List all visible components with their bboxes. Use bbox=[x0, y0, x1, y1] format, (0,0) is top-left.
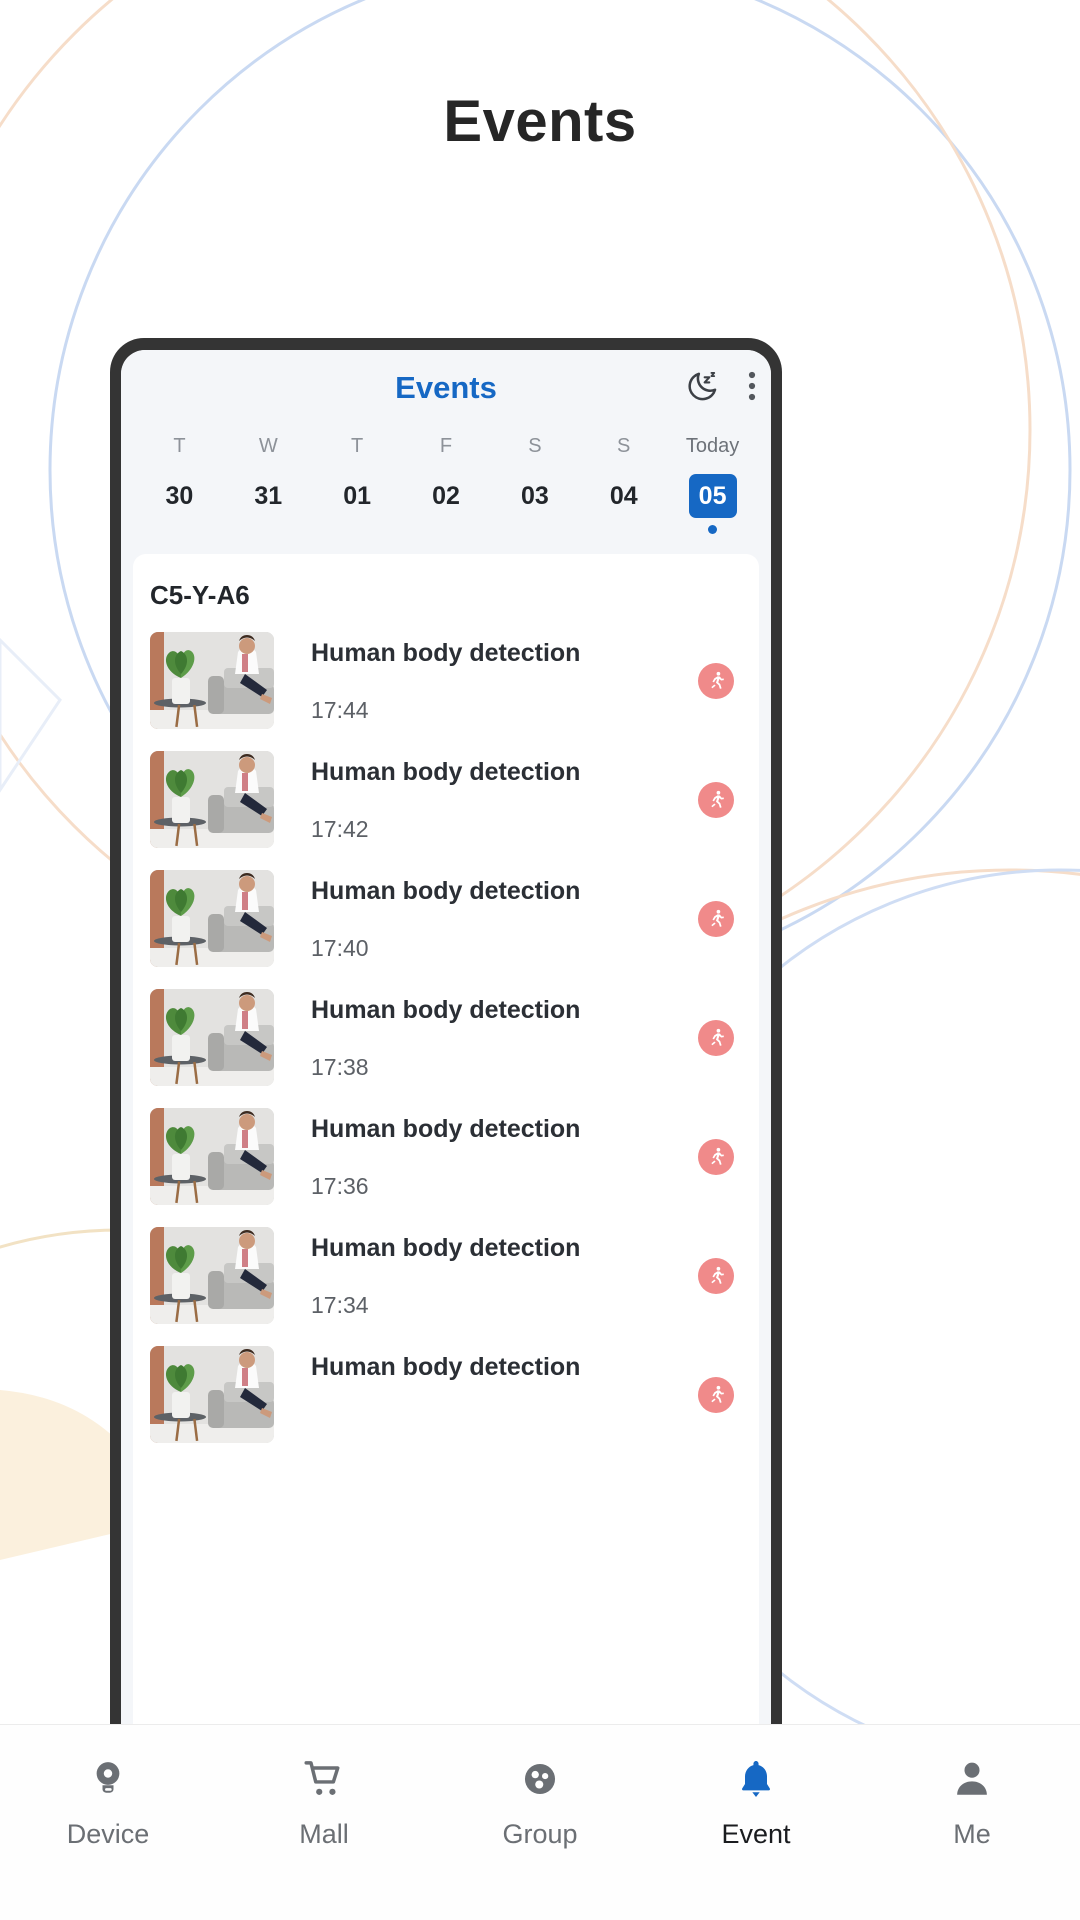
date-selected-dot bbox=[353, 525, 362, 534]
group-icon bbox=[518, 1757, 562, 1806]
event-body: Human body detection 17:42 bbox=[274, 751, 698, 848]
date-dow: S bbox=[617, 435, 631, 457]
events-list[interactable]: Human body detection 17:44 Human body det… bbox=[133, 621, 759, 1454]
moon-sleep-icon[interactable] bbox=[685, 368, 721, 409]
event-title: Human body detection bbox=[311, 996, 581, 1024]
date-selected-dot bbox=[619, 525, 628, 534]
running-person-icon[interactable] bbox=[698, 1257, 734, 1294]
date-number: 30 bbox=[165, 482, 194, 510]
running-person-icon[interactable] bbox=[698, 1019, 734, 1056]
date-dow: Today bbox=[685, 435, 740, 457]
bell-icon bbox=[734, 1757, 778, 1806]
nav-label: Mall bbox=[299, 1819, 349, 1849]
event-row[interactable]: Human body detection 17:36 bbox=[133, 1097, 759, 1216]
date-number: 04 bbox=[609, 482, 638, 510]
date-strip[interactable]: T 30 W 31 T 01 F 02 S 03 S 04 Today 05 bbox=[121, 426, 771, 554]
bottom-navigation[interactable]: Device Mall Group Event Me bbox=[0, 1724, 1080, 1920]
date-dow: F bbox=[439, 435, 453, 457]
event-body: Human body detection 17:40 bbox=[274, 870, 698, 967]
event-time: 17:36 bbox=[311, 1173, 369, 1199]
app-header: Events bbox=[121, 350, 771, 426]
date-selected-dot bbox=[530, 525, 539, 534]
date-number: 01 bbox=[343, 482, 372, 510]
event-thumbnail[interactable] bbox=[150, 989, 274, 1086]
events-card: C5-Y-A6 Human body detection 17:44 Human… bbox=[133, 554, 759, 1724]
person-icon bbox=[950, 1757, 994, 1806]
event-thumbnail[interactable] bbox=[150, 632, 274, 729]
cart-icon bbox=[302, 1757, 346, 1806]
event-row[interactable]: Human body detection 17:40 bbox=[133, 859, 759, 978]
event-title: Human body detection bbox=[311, 758, 581, 786]
date-dow: T bbox=[173, 435, 186, 457]
nav-label: Me bbox=[953, 1819, 991, 1849]
nav-item-group[interactable]: Group bbox=[432, 1757, 648, 1850]
event-time: 17:42 bbox=[311, 816, 369, 842]
date-selected-dot bbox=[264, 525, 273, 534]
phone-screen: Events T 30 W 31 T 01 F 02 S 03 S 04 Tod… bbox=[121, 350, 771, 1724]
running-person-icon[interactable] bbox=[698, 781, 734, 818]
event-time: 17:40 bbox=[311, 935, 369, 961]
date-dow: W bbox=[258, 435, 278, 457]
device-name: C5-Y-A6 bbox=[150, 580, 250, 610]
date-dow: T bbox=[351, 435, 364, 457]
date-number: 05 bbox=[688, 474, 737, 518]
date-selected-dot bbox=[175, 525, 184, 534]
date-cell-04[interactable]: S 04 bbox=[579, 434, 668, 534]
event-body: Human body detection bbox=[274, 1346, 698, 1443]
date-number: 02 bbox=[432, 482, 460, 510]
event-title: Human body detection bbox=[311, 1353, 581, 1381]
event-title: Human body detection bbox=[311, 1234, 581, 1262]
date-cell-01[interactable]: T 01 bbox=[313, 434, 402, 534]
event-row[interactable]: Human body detection 17:34 bbox=[133, 1216, 759, 1335]
event-body: Human body detection 17:34 bbox=[274, 1227, 698, 1324]
camera-icon bbox=[86, 1757, 130, 1806]
running-person-icon[interactable] bbox=[698, 1138, 734, 1175]
date-cell-02[interactable]: F 02 bbox=[402, 434, 491, 534]
event-row[interactable]: Human body detection 17:38 bbox=[133, 978, 759, 1097]
event-thumbnail[interactable] bbox=[150, 751, 274, 848]
event-thumbnail[interactable] bbox=[150, 1227, 274, 1324]
nav-label: Device bbox=[66, 1819, 150, 1849]
phone-mockup: Events T 30 W 31 T 01 F 02 S 03 S 04 Tod… bbox=[110, 338, 782, 1724]
nav-label: Event bbox=[721, 1819, 791, 1849]
header-actions bbox=[685, 350, 757, 426]
event-time: 17:34 bbox=[311, 1292, 369, 1318]
event-row[interactable]: Human body detection 17:42 bbox=[133, 740, 759, 859]
page-title: Events bbox=[443, 89, 637, 154]
nav-item-event[interactable]: Event bbox=[648, 1757, 864, 1850]
event-thumbnail[interactable] bbox=[150, 870, 274, 967]
event-time: 17:44 bbox=[311, 697, 369, 723]
event-title: Human body detection bbox=[311, 877, 581, 905]
event-time: 17:38 bbox=[311, 1054, 369, 1080]
more-vertical-icon[interactable] bbox=[747, 368, 757, 409]
nav-label: Group bbox=[502, 1819, 578, 1849]
nav-item-mall[interactable]: Mall bbox=[216, 1757, 432, 1850]
nav-item-device[interactable]: Device bbox=[0, 1757, 216, 1850]
date-number: 03 bbox=[520, 482, 549, 510]
date-cell-30[interactable]: T 30 bbox=[135, 434, 224, 534]
event-row[interactable]: Human body detection bbox=[133, 1335, 759, 1454]
nav-item-me[interactable]: Me bbox=[864, 1757, 1080, 1850]
date-number: 31 bbox=[254, 482, 283, 510]
date-selected-dot bbox=[708, 525, 718, 534]
running-person-icon[interactable] bbox=[698, 662, 734, 699]
event-body: Human body detection 17:36 bbox=[274, 1108, 698, 1205]
running-person-icon[interactable] bbox=[698, 1376, 734, 1413]
date-cell-31[interactable]: W 31 bbox=[224, 434, 313, 534]
date-dow: S bbox=[528, 435, 542, 457]
event-title: Human body detection bbox=[311, 639, 581, 667]
event-thumbnail[interactable] bbox=[150, 1346, 274, 1443]
date-selected-dot bbox=[442, 525, 451, 534]
event-body: Human body detection 17:44 bbox=[274, 632, 698, 729]
date-cell-05[interactable]: Today 05 bbox=[668, 434, 757, 534]
date-cell-03[interactable]: S 03 bbox=[490, 434, 579, 534]
running-person-icon[interactable] bbox=[698, 900, 734, 937]
app-header-title: Events bbox=[395, 370, 497, 405]
event-thumbnail[interactable] bbox=[150, 1108, 274, 1205]
event-row[interactable]: Human body detection 17:44 bbox=[133, 621, 759, 740]
event-title: Human body detection bbox=[311, 1115, 581, 1143]
event-body: Human body detection 17:38 bbox=[274, 989, 698, 1086]
